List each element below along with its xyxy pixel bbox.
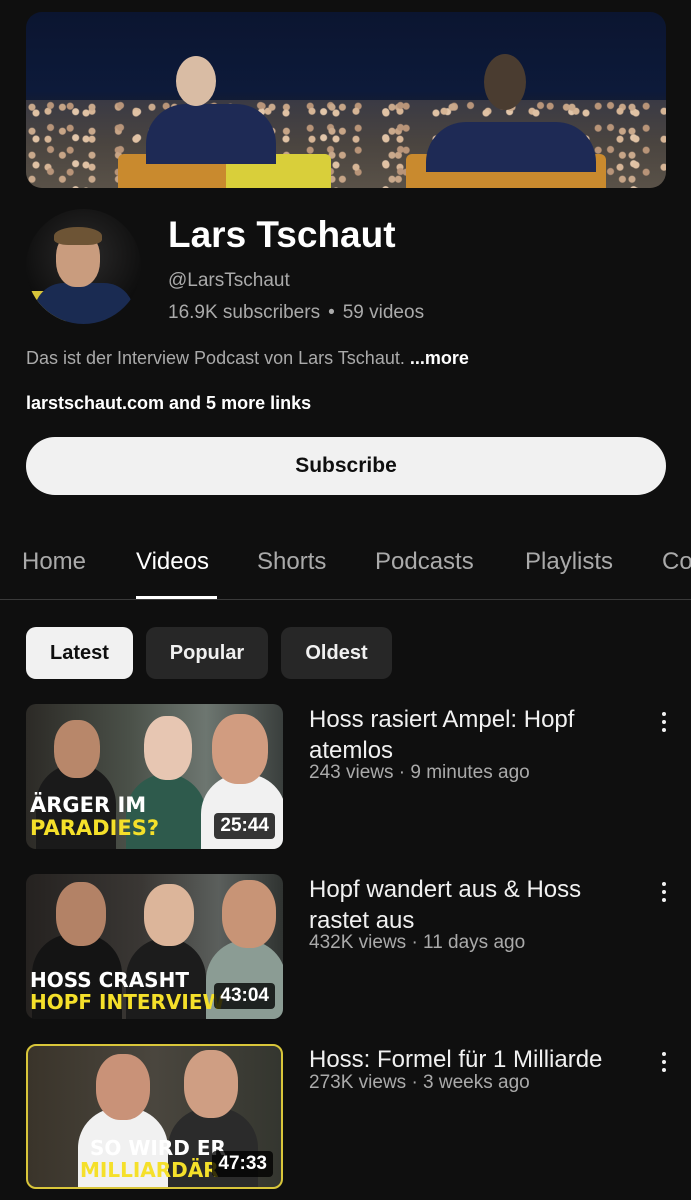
banner-head-left — [176, 56, 216, 106]
channel-links[interactable]: larstschaut.com and 5 more links — [26, 393, 311, 414]
thumb-head-2 — [144, 884, 194, 946]
more-options-icon[interactable] — [656, 1050, 672, 1074]
channel-name: Lars Tschaut — [168, 214, 396, 255]
thumb-head-3 — [212, 714, 268, 784]
subscriber-count: 16.9K subscribers — [168, 302, 321, 323]
tab-playlists[interactable]: Playlists — [525, 548, 613, 576]
channel-stats: 16.9K subscribers • 59 videos — [168, 302, 424, 324]
thumb-head-1 — [54, 720, 100, 778]
video-thumbnail[interactable]: HOSS CRASHT HOPF INTERVIEW 43:04 — [26, 874, 283, 1019]
banner-head-right — [484, 54, 526, 110]
filter-popular[interactable]: Popular — [146, 627, 268, 679]
more-options-icon[interactable] — [656, 710, 672, 734]
thumb-text-line2: MILLIARDÄR — [80, 1158, 219, 1182]
video-title[interactable]: Hopf wandert aus & Hoss rastet aus — [309, 874, 629, 936]
thumb-head-3 — [222, 880, 276, 948]
thumb-text-line2: HOPF INTERVIEW — [30, 990, 225, 1014]
banner-person-right — [426, 122, 596, 172]
thumb-head-2 — [144, 716, 192, 780]
video-meta: 273K views · 3 weeks ago — [309, 1072, 530, 1093]
description-text: Das ist der Interview Podcast von Lars T… — [26, 348, 405, 368]
thumb-text-line1: ÄRGER IM — [30, 793, 147, 817]
video-count: 59 videos — [342, 302, 425, 323]
video-item[interactable]: SO WIRD ER MILLIARDÄR 47:33 Hoss: Formel… — [0, 1044, 691, 1194]
video-thumbnail[interactable]: ÄRGER IM PARADIES? 25:44 — [26, 704, 283, 849]
more-link[interactable]: ...more — [410, 348, 469, 368]
more-options-icon[interactable] — [656, 880, 672, 904]
thumb-text-line1: SO WIRD ER — [90, 1136, 226, 1160]
video-meta: 432K views · 11 days ago — [309, 932, 526, 953]
channel-handle: @LarsTschaut — [168, 270, 290, 291]
channel-tabs: Home Videos Shorts Podcasts Playlists Co — [0, 530, 691, 600]
banner-person-left — [146, 104, 276, 164]
thumb-head-1 — [96, 1054, 150, 1120]
subscribe-button[interactable]: Subscribe — [26, 437, 666, 495]
video-duration: 43:04 — [214, 983, 275, 1009]
video-meta: 243 views · 9 minutes ago — [309, 762, 530, 783]
video-item[interactable]: ÄRGER IM PARADIES? 25:44 Hoss rasiert Am… — [0, 704, 691, 854]
tab-shorts[interactable]: Shorts — [257, 548, 326, 576]
active-tab-indicator — [136, 596, 217, 599]
video-duration: 25:44 — [214, 813, 275, 839]
thumb-text-line1: HOSS CRASHT — [30, 968, 189, 992]
filter-latest[interactable]: Latest — [26, 627, 133, 679]
video-thumbnail[interactable]: SO WIRD ER MILLIARDÄR 47:33 — [26, 1044, 283, 1189]
thumb-head-1 — [56, 882, 106, 946]
tab-community[interactable]: Co — [662, 548, 691, 576]
channel-description[interactable]: Das ist der Interview Podcast von Lars T… — [26, 348, 469, 369]
avatar-body — [34, 283, 134, 324]
video-item[interactable]: HOSS CRASHT HOPF INTERVIEW 43:04 Hopf wa… — [0, 874, 691, 1024]
video-duration: 47:33 — [212, 1151, 273, 1177]
stats-separator: • — [328, 302, 335, 323]
thumb-text-line2: PARADIES? — [30, 816, 160, 840]
tab-home[interactable]: Home — [22, 548, 86, 576]
avatar-hair — [54, 227, 102, 245]
channel-avatar[interactable] — [26, 209, 141, 324]
video-title[interactable]: Hoss: Formel für 1 Milliarde — [309, 1044, 629, 1075]
channel-banner — [26, 12, 666, 188]
video-title[interactable]: Hoss rasiert Ampel: Hopf atemlos — [309, 704, 629, 766]
filter-oldest[interactable]: Oldest — [281, 627, 392, 679]
tab-videos[interactable]: Videos — [136, 548, 209, 576]
thumb-head-2 — [184, 1050, 238, 1118]
tab-podcasts[interactable]: Podcasts — [375, 548, 474, 576]
